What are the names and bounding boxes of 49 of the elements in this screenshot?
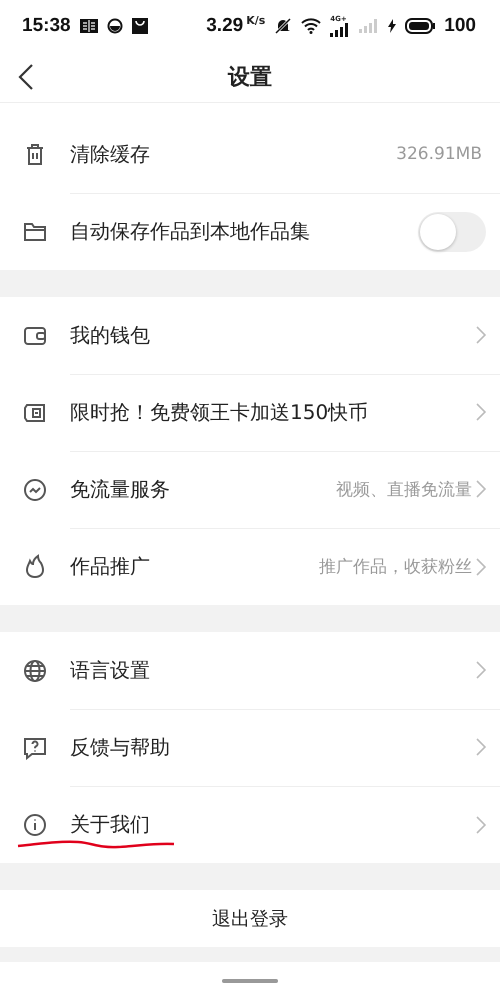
signal-icon bbox=[359, 19, 380, 33]
back-icon[interactable] bbox=[18, 63, 34, 91]
info-icon bbox=[22, 812, 48, 838]
setting-label: 限时抢！免费领王卡加送150快币 bbox=[70, 398, 368, 426]
setting-label: 我的钱包 bbox=[70, 322, 150, 348]
circle-icon bbox=[106, 18, 123, 34]
page-title: 设置 bbox=[228, 64, 272, 92]
chevron-icon bbox=[476, 738, 486, 756]
setting-label: 免流量服务 bbox=[70, 476, 170, 502]
chevron-icon bbox=[476, 403, 486, 421]
chevron-icon bbox=[476, 480, 486, 498]
charging-icon bbox=[388, 19, 396, 33]
settings-row[interactable]: 清除缓存 326.91MB bbox=[0, 116, 500, 193]
settings-row[interactable]: 关于我们 bbox=[0, 786, 500, 863]
settings-row[interactable]: 我的钱包 bbox=[0, 297, 500, 374]
settings-row[interactable]: 作品推广 推广作品，收获粉丝 bbox=[0, 528, 500, 605]
bag-icon bbox=[132, 18, 148, 34]
chevron-icon bbox=[476, 816, 486, 834]
chevron-icon bbox=[476, 661, 486, 679]
signal-icon bbox=[330, 23, 350, 37]
wifi-icon bbox=[301, 18, 322, 34]
chevron-icon bbox=[476, 558, 486, 576]
setting-label: 反馈与帮助 bbox=[70, 734, 170, 760]
chevron-icon bbox=[476, 326, 486, 344]
setting-label: 作品推广 bbox=[70, 553, 150, 580]
settings-row[interactable]: 免流量服务 视频、直播免流量 bbox=[0, 451, 500, 528]
setting-value: 推广作品，收获粉丝 bbox=[319, 556, 472, 578]
chart-circle-icon bbox=[22, 476, 48, 502]
setting-label: 语言设置 bbox=[70, 656, 150, 684]
battery-icon bbox=[405, 18, 436, 34]
setting-label: 清除缓存 bbox=[70, 140, 150, 168]
setting-label: 自动保存作品到本地作品集 bbox=[70, 218, 310, 245]
setting-value: 326.91MB bbox=[396, 144, 482, 164]
home-indicator[interactable] bbox=[222, 979, 278, 983]
network-speed: 3.29 bbox=[206, 15, 244, 37]
settings-row[interactable]: 语言设置 bbox=[0, 632, 500, 709]
status-time: 15:38 bbox=[22, 15, 71, 37]
globe-icon bbox=[22, 658, 48, 684]
bell-muted-icon bbox=[274, 17, 292, 35]
settings-row[interactable]: 自动保存作品到本地作品集 bbox=[0, 193, 500, 270]
settings-row[interactable]: 限时抢！免费领王卡加送150快币 bbox=[0, 374, 500, 451]
logout-button[interactable]: 退出登录 bbox=[0, 890, 500, 947]
toggle-switch[interactable] bbox=[418, 212, 486, 252]
setting-label: 关于我们 bbox=[70, 811, 150, 838]
setting-value: 视频、直播免流量 bbox=[336, 478, 472, 500]
book-icon bbox=[80, 19, 98, 33]
settings-row[interactable]: 反馈与帮助 bbox=[0, 709, 500, 786]
speed-unit: K/s bbox=[246, 14, 266, 27]
battery-level: 100 bbox=[444, 15, 476, 37]
